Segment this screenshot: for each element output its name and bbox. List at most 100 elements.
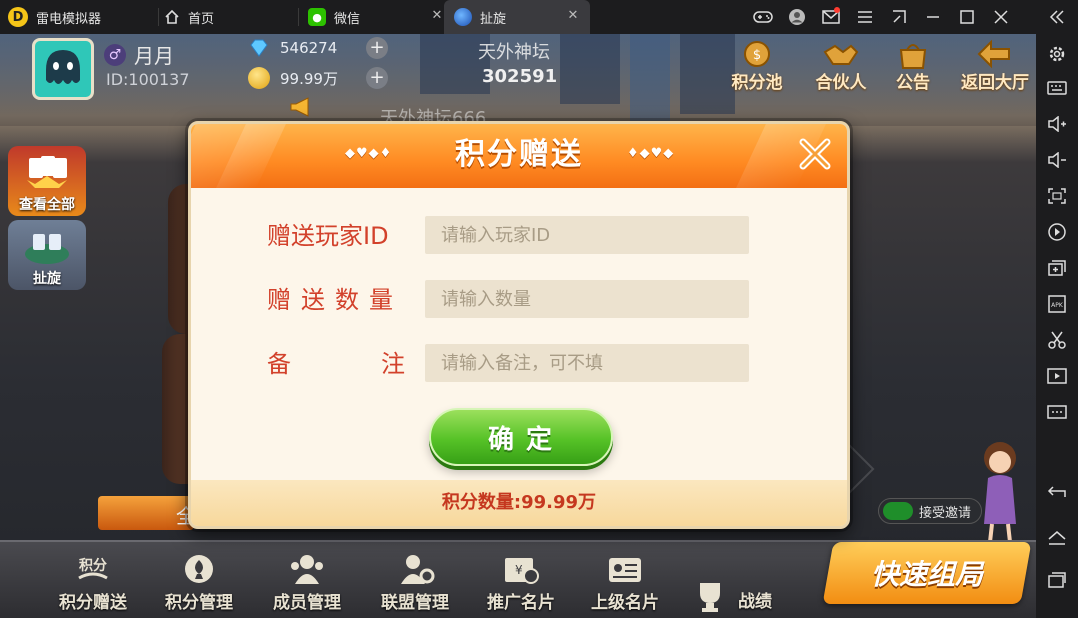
diamond-row: 546274 + [248, 36, 398, 60]
confirm-label: 确定 [487, 424, 564, 455]
gold-count: 99.99万 [280, 69, 338, 88]
window-toolbar [746, 0, 1018, 34]
svg-text:¥: ¥ [515, 563, 523, 577]
nav-members[interactable]: 成员管理 [262, 552, 352, 616]
back-icon[interactable] [1036, 478, 1078, 506]
nav-records[interactable]: 战绩 [690, 564, 800, 618]
gold-row: 99.99万 + [248, 66, 398, 90]
dialog-title: 积分赠送 [455, 137, 583, 172]
tab-label: 首页 [188, 11, 215, 27]
scissors-icon[interactable] [1036, 326, 1078, 354]
partner-button[interactable]: 合伙人 [806, 38, 876, 96]
octopus-avatar-icon [46, 50, 80, 84]
title-bar: D 雷电模拟器 首页 ● 微信 ✕ 扯旋 ✕ [0, 0, 1078, 34]
nav-label: 战绩 [738, 591, 772, 612]
quick-match-button[interactable]: 快速组局 [822, 542, 1032, 604]
accept-invite-label: 接受邀请 [919, 505, 972, 521]
points-gift-icon: 积分 [78, 557, 108, 580]
close-icon[interactable] [795, 134, 835, 174]
id-card-icon [609, 558, 641, 582]
menu-icon[interactable] [848, 0, 882, 34]
nav-label: 上级名片 [591, 593, 659, 613]
diamond-icon [250, 39, 268, 57]
title-decoration-right: ♦◆♥◆ [627, 146, 675, 161]
amount-label: 赠送数量 [267, 286, 403, 314]
nav-label: 积分管理 [165, 593, 233, 613]
nav-label: 联盟管理 [381, 593, 449, 613]
recent-apps-icon[interactable] [1036, 566, 1078, 594]
table-cards-icon [25, 234, 69, 264]
dialog-header: ◆♥◆♦ 积分赠送 ♦◆♥◆ [191, 124, 847, 188]
gamepad-icon[interactable] [746, 0, 780, 34]
points-pool-icon: $ [744, 41, 770, 67]
svg-text:$: $ [753, 48, 761, 63]
app-logo-icon: D [8, 7, 28, 27]
handshake-icon [823, 44, 859, 65]
multi-instance-icon[interactable] [1036, 254, 1078, 282]
trophy-icon [700, 583, 720, 612]
nav-label: 推广名片 [487, 593, 555, 613]
close-tab-icon[interactable]: ✕ [566, 9, 580, 23]
collapse-sidebar-icon[interactable] [1040, 0, 1074, 34]
tab-divider [298, 8, 299, 26]
avatar[interactable] [32, 38, 94, 100]
settings-gear-icon[interactable] [1036, 40, 1078, 68]
points-pool-button[interactable]: $ 积分池 [722, 38, 792, 96]
video-icon[interactable] [1036, 362, 1078, 390]
tab-app[interactable]: D 雷电模拟器 [8, 0, 158, 34]
player-name: 月月 [134, 44, 174, 68]
home-button-icon[interactable] [1036, 524, 1078, 552]
player-id-label: 赠送玩家ID [267, 222, 389, 250]
screenshot-icon[interactable] [1036, 182, 1078, 210]
record-icon[interactable] [1036, 218, 1078, 246]
apk-install-icon[interactable]: APK [1036, 290, 1078, 318]
more-icon[interactable] [1036, 398, 1078, 426]
promo-card-icon: ¥ [505, 558, 539, 584]
add-gold-button[interactable]: + [366, 67, 388, 89]
back-arrow-icon [977, 39, 1010, 69]
points-balance: 积分数量:99.99万 [191, 480, 847, 526]
wechat-icon: ● [308, 8, 326, 26]
nav-superior-card[interactable]: 上级名片 [580, 552, 670, 616]
player-id-input[interactable] [425, 216, 749, 254]
toggle-switch[interactable] [883, 502, 913, 520]
amount-input[interactable] [425, 280, 749, 318]
add-diamond-button[interactable]: + [366, 37, 388, 59]
emulator-sidebar: APK [1036, 34, 1078, 618]
megaphone-icon [290, 97, 309, 117]
nav-promo-card[interactable]: ¥ 推广名片 [476, 552, 566, 616]
mail-icon[interactable] [814, 0, 848, 34]
tab-label: 微信 [334, 11, 361, 27]
nav-label: 成员管理 [273, 593, 341, 613]
chexuan-button[interactable]: 扯旋 [8, 220, 86, 290]
accept-invite-toggle[interactable]: 接受邀请 [878, 498, 982, 524]
maximize-icon[interactable] [950, 0, 984, 34]
close-window-icon[interactable] [984, 0, 1018, 34]
nav-alliance[interactable]: 联盟管理 [370, 552, 460, 616]
volume-up-icon[interactable] [1036, 110, 1078, 138]
keyboard-icon[interactable] [1036, 74, 1078, 102]
svg-text:积分: 积分 [79, 557, 107, 574]
tab-game-active[interactable]: 扯旋 ✕ [444, 0, 590, 34]
members-icon [291, 555, 323, 584]
remark-input[interactable] [425, 344, 749, 382]
nav-points-manage[interactable]: 积分管理 [154, 552, 244, 616]
notification-dot [834, 7, 840, 13]
user-avatar-icon[interactable] [780, 0, 814, 34]
confirm-button[interactable]: 确定 [429, 408, 613, 466]
room-title: 天外神坛 [478, 42, 550, 63]
volume-down-icon[interactable] [1036, 146, 1078, 174]
tab-home[interactable]: 首页 [164, 0, 296, 34]
tab-label: 雷电模拟器 [36, 11, 102, 27]
back-to-lobby-button[interactable]: 返回大厅 [954, 38, 1036, 96]
building [560, 34, 620, 104]
view-all-button[interactable]: 查看全部 [8, 146, 86, 216]
diamond-count: 546274 [280, 39, 338, 57]
svg-text:APK: APK [1051, 302, 1064, 309]
tab-wechat[interactable]: ● 微信 ✕ [308, 0, 442, 34]
notice-button[interactable]: 公告 [878, 38, 948, 96]
fullscreen-exit-icon[interactable] [882, 0, 916, 34]
nav-points-gift[interactable]: 积分 积分赠送 [48, 552, 138, 616]
minimize-icon[interactable] [916, 0, 950, 34]
close-tab-icon[interactable]: ✕ [430, 9, 444, 23]
